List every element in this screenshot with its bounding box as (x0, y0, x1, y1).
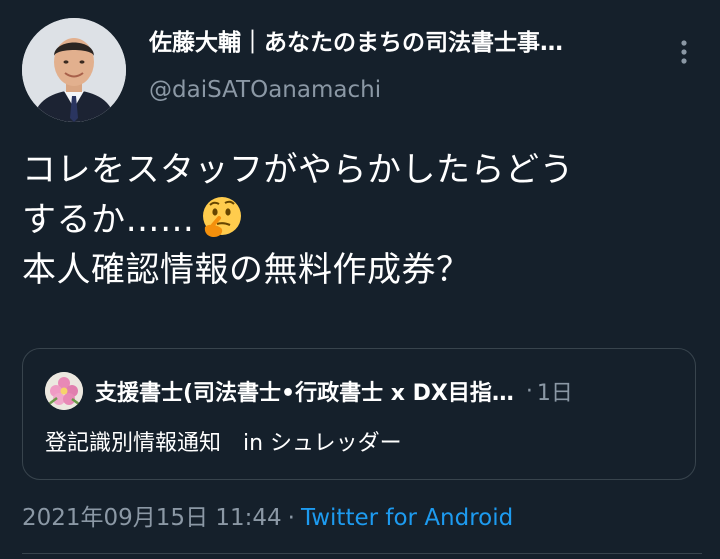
thinking-face-emoji-icon (199, 195, 243, 239)
quoted-separator: · (525, 378, 533, 404)
tweet-source-link[interactable]: Twitter for Android (301, 505, 513, 531)
tweet-text-line-3: 本人確認情報の無料作成券？ (22, 250, 471, 290)
tweet-metadata: 2021年09月15日 11:44 · Twitter for Android (22, 502, 513, 534)
tweet-timestamp[interactable]: 2021年09月15日 11:44 (22, 505, 282, 531)
quoted-author-avatar[interactable] (45, 372, 83, 410)
more-options-icon (680, 39, 688, 69)
quoted-tweet-header: 支援書士(司法書士•行政書士 x DX目指… · 1日 (45, 371, 675, 411)
tweet: 佐藤大輔｜あなたのまちの司法書士事… @daiSATOanamachi コレをス… (0, 0, 720, 559)
quoted-tweet-text: 登記識別情報通知 in シュレッダー (45, 431, 402, 456)
tweet-header: 佐藤大輔｜あなたのまちの司法書士事… @daiSATOanamachi (22, 18, 702, 122)
author-display-name[interactable]: 佐藤大輔｜あなたのまちの司法書士事… (149, 28, 659, 58)
quoted-timestamp[interactable]: 1日 (537, 375, 573, 407)
tweet-text-line-1: コレをスタッフがやらかしたらどう (22, 150, 574, 190)
author-info: 佐藤大輔｜あなたのまちの司法書士事… @daiSATOanamachi (149, 28, 659, 104)
more-options-button[interactable] (670, 40, 698, 68)
tweet-text-line-2-text: するか…… (22, 200, 195, 240)
metadata-separator: · (287, 505, 295, 531)
quoted-tweet-card[interactable]: 支援書士(司法書士•行政書士 x DX目指… · 1日 登記識別情報通知 in … (22, 348, 696, 480)
tweet-text-line-2: するか…… (22, 195, 702, 245)
author-handle[interactable]: @daiSATOanamachi (149, 76, 659, 104)
divider (22, 553, 702, 554)
tweet-text: コレをスタッフがやらかしたらどう するか…… 本人確認情報の無料作成券？ (22, 145, 702, 295)
author-avatar[interactable] (22, 18, 126, 122)
quoted-author-name[interactable]: 支援書士(司法書士•行政書士 x DX目指… (95, 375, 514, 407)
